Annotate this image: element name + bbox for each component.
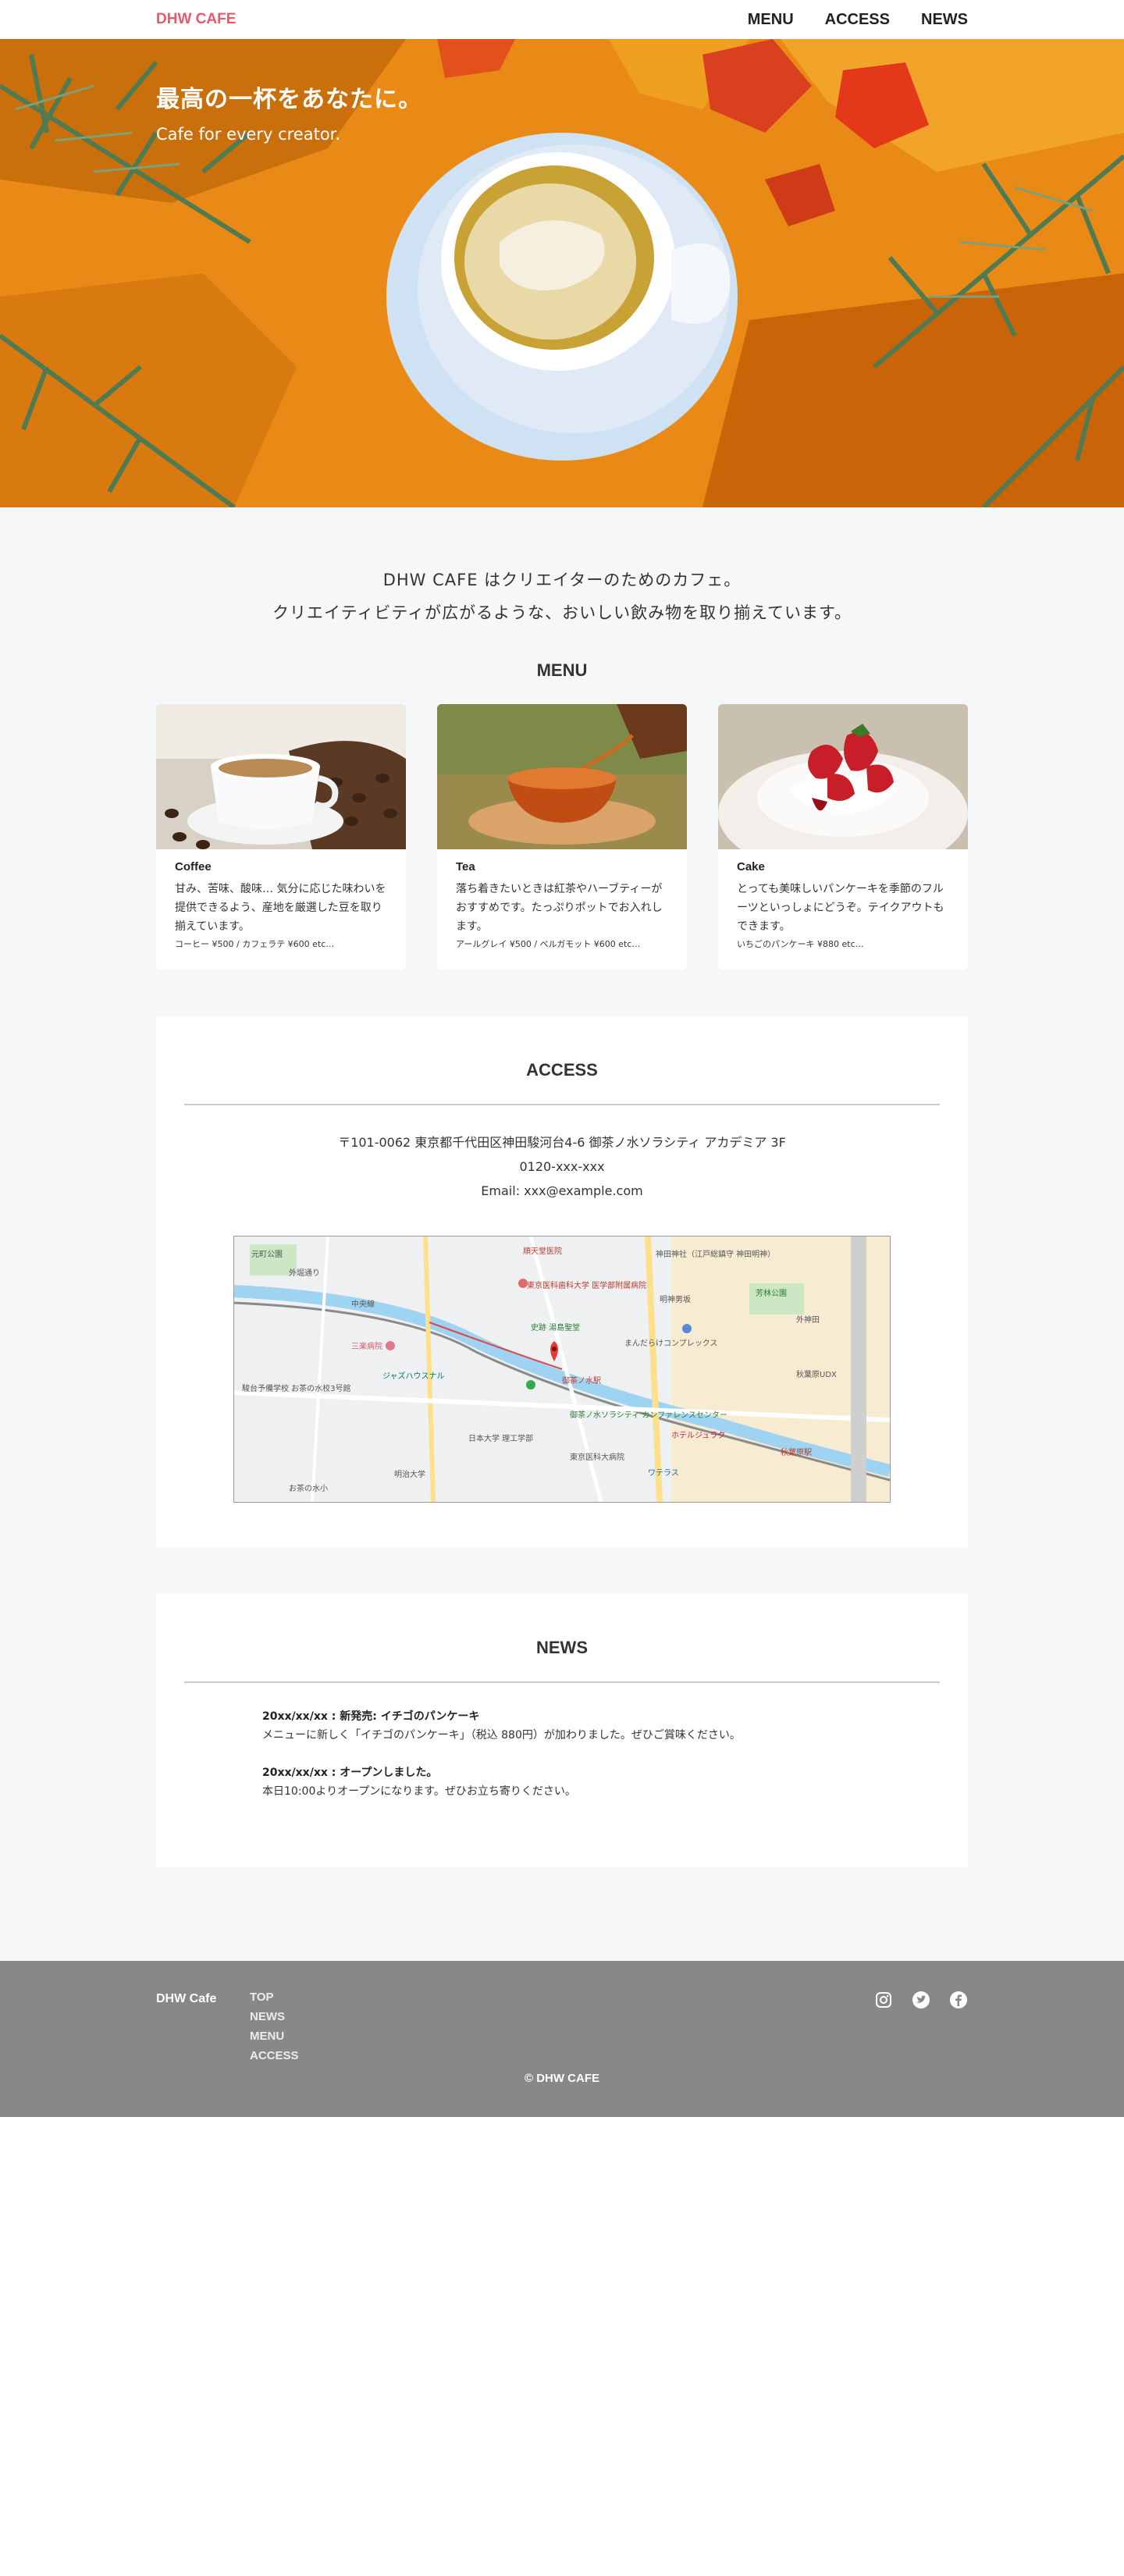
menu-heading: MENU — [536, 660, 588, 680]
news-title: 新発売: イチゴのパンケーキ — [340, 1710, 480, 1723]
social-links — [874, 1991, 968, 2009]
map-label: 元町公園 — [251, 1250, 283, 1259]
map-label: 三楽病院 — [351, 1341, 382, 1351]
card-price: アールグレイ ¥500 / ベルガモット ¥600 etc… — [456, 939, 641, 949]
site-header: DHW CAFE MENU ACCESS NEWS — [0, 0, 1124, 39]
map-label: 外神田 — [796, 1315, 820, 1325]
instagram-icon[interactable] — [874, 1991, 893, 2009]
tea-photo — [437, 704, 687, 849]
map-label: 芳林公園 — [756, 1288, 787, 1298]
card-title: Tea — [456, 860, 475, 873]
card-description: 落ち着きたいときは紅茶やハーブティーがおすすめです。たっぷりポットでお入れします… — [456, 883, 663, 933]
map-label: 秋葉原UDX — [796, 1369, 837, 1379]
site-logo[interactable]: DHW CAFE — [156, 11, 236, 28]
news-date: 20xx/xx/xx — [262, 1710, 328, 1723]
map-label: 明神男坂 — [660, 1294, 691, 1304]
twitter-icon[interactable] — [912, 1991, 930, 2009]
phone-number: 0120-xxx-xxx — [519, 1159, 605, 1174]
news-item[interactable]: 20xx/xx/xx : 新発売: イチゴのパンケーキ メニューに新しく「イチゴ… — [262, 1708, 940, 1742]
card-description: 甘み、苦味、酸味… 気分に応じた味わいを提供できるよう、産地を厳選した豆を取り揃… — [175, 883, 386, 933]
map-label: 御茶ノ水駅 — [562, 1375, 601, 1386]
nav-menu-link[interactable]: MENU — [748, 11, 794, 29]
map-label: 秋葉原駅 — [781, 1447, 812, 1457]
news-section: NEWS 20xx/xx/xx : 新発売: イチゴのパンケーキ メニューに新し… — [156, 1594, 968, 1867]
map-label: 神田神社（江戸総鎮守 神田明神） — [656, 1249, 775, 1259]
site-footer: DHW Cafe TOP NEWS MENU ACCESS © DHW CAFE — [0, 1961, 1124, 2117]
menu-card-cake[interactable]: Cake とっても美味しいパンケーキを季節のフルーツといっしょにどうぞ。テイクア… — [718, 704, 968, 970]
map[interactable]: 元町公園 外堀通り 順天堂医院 東京医科歯科大学 医学部附属病院 神田神社（江戸… — [233, 1236, 891, 1503]
map-label: 外堀通り — [289, 1268, 320, 1278]
map-label: 東京医科大病院 — [570, 1452, 624, 1462]
map-label: お茶の水小 — [289, 1483, 328, 1493]
main-content: DHW CAFE はクリエイターのためのカフェ。 クリエイティビティが広がるよう… — [0, 507, 1124, 1961]
address-block: 〒101-0062 東京都千代田区神田駿河台4-6 御茶ノ水ソラシティ アカデミ… — [184, 1130, 940, 1203]
card-description: とっても美味しいパンケーキを季節のフルーツといっしょにどうぞ。テイクアウトもでき… — [737, 883, 944, 933]
intro-line-2: クリエイティビティが広がるような、おいしい飲み物を取り揃えています。 — [272, 603, 852, 622]
global-nav: MENU ACCESS NEWS — [748, 11, 968, 29]
footer-nav: TOP NEWS MENU ACCESS — [250, 1991, 299, 2062]
address-text: 〒101-0062 東京都千代田区神田駿河台4-6 御茶ノ水ソラシティ アカデミ… — [338, 1135, 786, 1150]
news-heading: NEWS — [536, 1638, 588, 1657]
intro-text: DHW CAFE はクリエイターのためのカフェ。 クリエイティビティが広がるよう… — [156, 507, 968, 629]
access-heading: ACCESS — [526, 1060, 598, 1080]
cake-photo — [718, 704, 968, 849]
menu-card-coffee[interactable]: Coffee 甘み、苦味、酸味… 気分に応じた味わいを提供できるよう、産地を厳選… — [156, 704, 406, 970]
news-body: メニューに新しく「イチゴのパンケーキ」（税込 880円）が加わりました。ぜひご賞… — [262, 1729, 741, 1742]
map-label: 中央線 — [351, 1299, 375, 1309]
map-label: 東京医科歯科大学 医学部附属病院 — [527, 1280, 646, 1290]
map-label: まんだらけコンプレックス — [624, 1339, 717, 1348]
menu-cards: Coffee 甘み、苦味、酸味… 気分に応じた味わいを提供できるよう、産地を厳選… — [156, 704, 968, 970]
hero: 最高の一杯をあなたに。 Cafe for every creator. — [0, 39, 1124, 507]
news-title: オープンしました。 — [340, 1767, 438, 1779]
facebook-icon[interactable] — [949, 1991, 968, 2009]
nav-news-link[interactable]: NEWS — [921, 11, 968, 29]
map-label: 駿台予備学校 お茶の水校3号館 — [242, 1383, 351, 1393]
map-label: ワテラス — [648, 1468, 679, 1478]
news-headline: 20xx/xx/xx : オープンしました。 — [262, 1767, 438, 1779]
map-label: 御茶ノ水ソラシティ カンファレンスセンター — [570, 1410, 727, 1420]
map-label: 明治大学 — [394, 1469, 425, 1479]
divider — [184, 1681, 940, 1683]
menu-card-tea[interactable]: Tea 落ち着きたいときは紅茶やハーブティーがおすすめです。たっぷりポットでお入… — [437, 704, 687, 970]
email-address: Email: xxx@example.com — [481, 1183, 643, 1198]
map-label: 順天堂医院 — [523, 1246, 562, 1256]
nav-access-link[interactable]: ACCESS — [825, 11, 890, 29]
map-label: ホテルジュラク — [671, 1431, 725, 1440]
footer-brand: DHW Cafe — [156, 1992, 217, 2005]
access-section: ACCESS 〒101-0062 東京都千代田区神田駿河台4-6 御茶ノ水ソラシ… — [156, 1016, 968, 1547]
hero-subtitle: Cafe for every creator. — [156, 125, 341, 144]
news-item[interactable]: 20xx/xx/xx : オープンしました。 本日10:00よりオープンになりま… — [262, 1764, 940, 1799]
map-label: 史跡 湯島聖堂 — [531, 1322, 580, 1332]
footer-nav-news[interactable]: NEWS — [250, 2010, 299, 2023]
map-label: ジャズハウスナル — [382, 1371, 445, 1381]
intro-line-1: DHW CAFE はクリエイターのためのカフェ。 — [382, 571, 742, 589]
card-price: コーヒー ¥500 / カフェラテ ¥600 etc… — [175, 939, 335, 949]
footer-nav-access[interactable]: ACCESS — [250, 2049, 299, 2062]
map-label: 日本大学 理工学部 — [468, 1433, 533, 1443]
footer-nav-top[interactable]: TOP — [250, 1991, 299, 2004]
news-list: 20xx/xx/xx : 新発売: イチゴのパンケーキ メニューに新しく「イチゴ… — [184, 1708, 940, 1799]
footer-nav-menu[interactable]: MENU — [250, 2030, 299, 2043]
copyright: © DHW CAFE — [524, 2072, 600, 2085]
coffee-photo — [156, 704, 406, 849]
divider — [184, 1104, 940, 1105]
card-title: Cake — [737, 860, 765, 873]
card-price: いちごのパンケーキ ¥880 etc… — [737, 939, 864, 949]
news-body: 本日10:00よりオープンになります。ぜひお立ち寄りください。 — [262, 1785, 576, 1798]
hero-title: 最高の一杯をあなたに。 — [156, 86, 422, 113]
news-date: 20xx/xx/xx — [262, 1767, 328, 1779]
news-headline: 20xx/xx/xx : 新発売: イチゴのパンケーキ — [262, 1710, 480, 1723]
card-title: Coffee — [175, 860, 212, 873]
